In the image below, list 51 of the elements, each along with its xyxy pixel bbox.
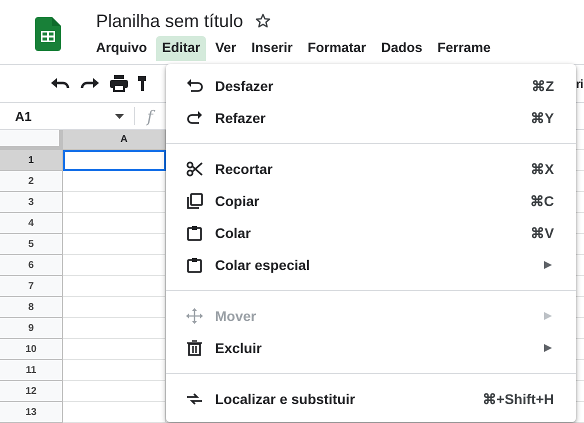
row-header[interactable]: 2 <box>0 171 63 192</box>
undo-icon <box>186 78 203 94</box>
menu-option[interactable]: Desfazer ⌘Z <box>166 70 576 102</box>
menu-item[interactable]: Inserir <box>245 36 299 61</box>
row-header[interactable]: 12 <box>0 381 63 402</box>
dropdown-caret-icon <box>115 114 124 118</box>
font-name[interactable]: ri <box>576 77 584 91</box>
menu-option[interactable]: Localizar e substituir ⌘+Shift+H <box>166 383 576 415</box>
menu-item[interactable]: Editar <box>156 36 206 61</box>
active-cell[interactable] <box>63 150 166 171</box>
menu-option[interactable]: Recortar ⌘X <box>166 153 576 185</box>
menu-option[interactable]: Colar ⌘V <box>166 217 576 249</box>
menu-item[interactable]: Dados <box>375 36 428 61</box>
star-icon[interactable] <box>255 13 272 29</box>
row-header[interactable]: 1 <box>0 150 63 171</box>
row-header[interactable]: 9 <box>0 318 63 339</box>
scissors-icon <box>186 161 203 177</box>
move-arrows-icon <box>186 308 203 324</box>
row-header[interactable]: 10 <box>0 339 63 360</box>
document-title[interactable]: Planilha sem título <box>96 10 244 32</box>
menu-item[interactable]: Arquivo <box>90 36 154 61</box>
trash-icon <box>186 340 203 356</box>
menu-option[interactable]: Copiar ⌘C <box>166 185 576 217</box>
row-header[interactable]: 6 <box>0 255 63 276</box>
cell-reference[interactable]: A1 <box>0 108 115 124</box>
row-header[interactable]: 7 <box>0 276 63 297</box>
redo-icon <box>80 77 100 90</box>
print-icon <box>110 75 128 92</box>
select-all-corner[interactable] <box>0 130 63 150</box>
copy-icon <box>186 193 203 209</box>
sheets-logo-icon <box>35 17 61 51</box>
column-header[interactable]: A <box>63 130 166 150</box>
undo-icon <box>50 77 70 90</box>
menu-item[interactable]: Ferrame <box>431 36 497 61</box>
menu-item[interactable]: Ver <box>209 36 242 61</box>
row-header[interactable]: 13 <box>0 402 63 423</box>
paint-format-icon <box>138 76 146 91</box>
menu-option[interactable]: Refazer ⌘Y <box>166 102 576 134</box>
clipboard-icon <box>186 257 203 273</box>
row-header[interactable]: 4 <box>0 213 63 234</box>
row-header[interactable]: 5 <box>0 234 63 255</box>
menu-option[interactable]: Colar especial <box>166 249 576 281</box>
clipboard-icon <box>186 225 203 241</box>
redo-icon <box>186 110 203 126</box>
row-header[interactable]: 3 <box>0 192 63 213</box>
formula-label: f <box>147 106 153 126</box>
row-header[interactable]: 11 <box>0 360 63 381</box>
menu-item[interactable]: Formatar <box>302 36 372 61</box>
row-header[interactable]: 8 <box>0 297 63 318</box>
find-replace-icon <box>186 391 203 407</box>
menu-option[interactable]: Excluir <box>166 332 576 364</box>
